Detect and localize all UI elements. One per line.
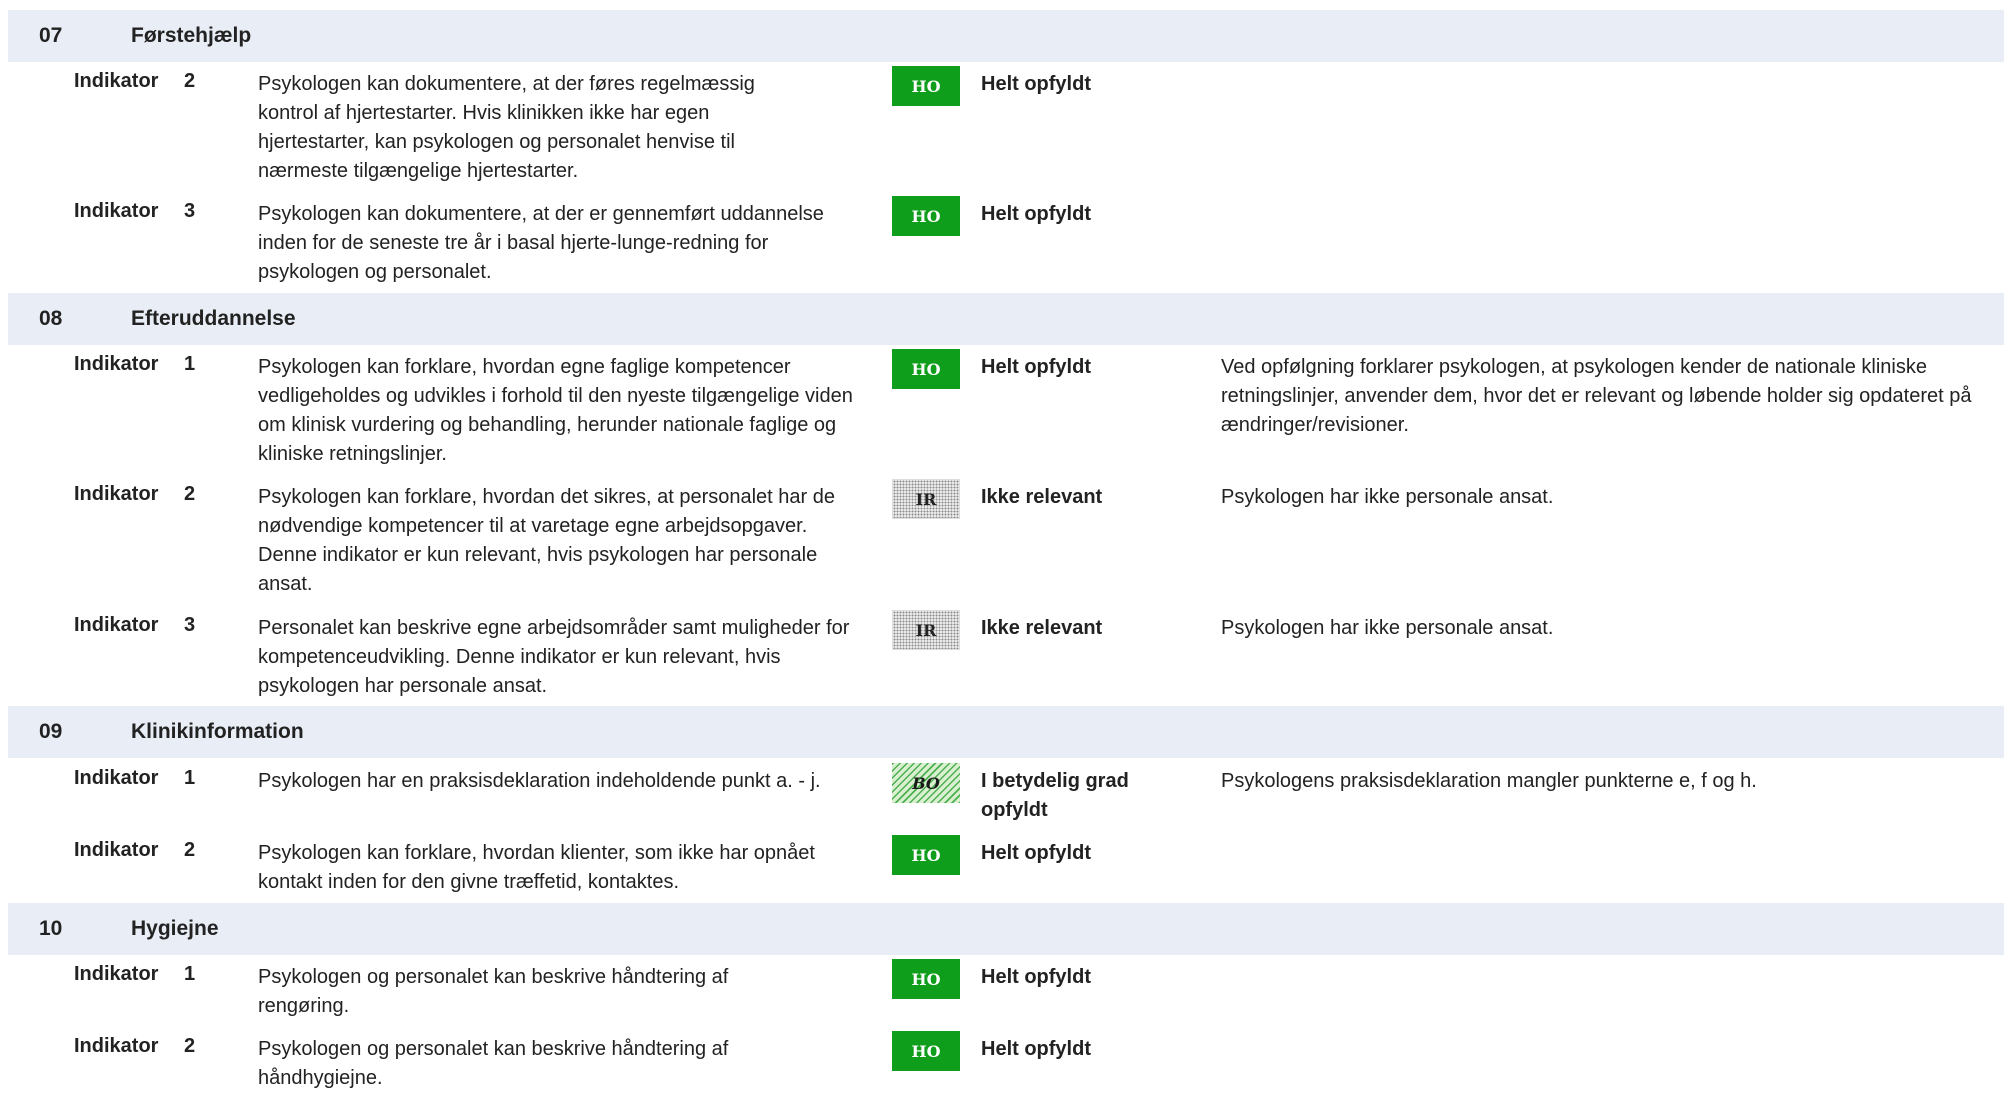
indicator-number: 2 <box>184 1035 196 1057</box>
section-number: 08 <box>39 307 63 330</box>
status-text: Helt opfyldt <box>981 73 1091 95</box>
status-badge: HO <box>892 66 960 106</box>
status-text: Ikke relevant <box>981 486 1103 508</box>
indicator-label: Indikator <box>74 200 159 222</box>
section-number: 10 <box>39 917 63 940</box>
indicator-label: Indikator <box>74 483 159 505</box>
status-badge: HO <box>892 1031 960 1071</box>
section-header: 09 Klinikinformation <box>8 706 2004 758</box>
status-text: Helt opfyldt <box>981 966 1091 988</box>
indicator-number: 1 <box>184 963 196 985</box>
indicator-number: 2 <box>184 70 196 92</box>
comment-text: Ved opfølgning forklarer psykologen, at … <box>1221 356 1972 436</box>
section-header: 08 Efteruddannelse <box>8 293 2004 345</box>
section-header: 10 Hygiejne <box>8 903 2004 955</box>
indicator-number: 1 <box>184 767 196 789</box>
section-header: 07 Førstehjælp <box>8 10 2004 62</box>
section-title: Efteruddannelse <box>131 307 296 330</box>
indicator-text: Psykologen kan dokumentere, at der er ge… <box>258 203 824 283</box>
comment-text: Psykologen har ikke personale ansat. <box>1221 486 1554 508</box>
indicator-text: Psykologen kan dokumentere, at der føres… <box>258 73 755 182</box>
status-badge: IR <box>892 479 960 519</box>
status-text: I betydelig grad opfyldt <box>981 770 1129 821</box>
status-text: Helt opfyldt <box>981 356 1091 378</box>
section-title: Klinikinformation <box>131 720 304 743</box>
indicator-number: 3 <box>184 200 196 222</box>
indicator-number: 2 <box>184 839 196 861</box>
indicator-number: 2 <box>184 483 196 505</box>
indicator-text: Psykologen og personalet kan beskrive hå… <box>258 1038 729 1089</box>
indicator-number: 3 <box>184 614 196 636</box>
comment-text: Psykologen har ikke personale ansat. <box>1221 617 1554 639</box>
status-text: Helt opfyldt <box>981 1038 1091 1060</box>
status-text: Helt opfyldt <box>981 203 1091 225</box>
section-title: Førstehjælp <box>131 24 252 47</box>
status-badge: HO <box>892 835 960 875</box>
indicator-text: Psykologen kan forklare, hvordan det sik… <box>258 486 835 595</box>
status-badge: HO <box>892 959 960 999</box>
indicator-label: Indikator <box>74 70 159 92</box>
indicator-label: Indikator <box>74 839 159 861</box>
status-badge: BO <box>892 763 960 803</box>
report: 07 Førstehjælp Indikator 2 Psykologen ka… <box>0 0 2004 1089</box>
indicator-text: Psykologen kan forklare, hvordan egne fa… <box>258 356 853 465</box>
indicator-number: 1 <box>184 353 196 375</box>
indicator-text: Personalet kan beskrive egne arbejdsområ… <box>258 617 850 697</box>
indicator-label: Indikator <box>74 1035 159 1057</box>
indicator-label: Indikator <box>74 963 159 985</box>
indicator-label: Indikator <box>74 353 159 375</box>
indicator-label: Indikator <box>74 614 159 636</box>
section-number: 07 <box>39 24 63 47</box>
indicator-text: Psykologen har en praksisdeklaration ind… <box>258 770 821 792</box>
status-badge: HO <box>892 196 960 236</box>
section-number: 09 <box>39 720 63 743</box>
comment-text: Psykologens praksisdeklaration mangler p… <box>1221 770 1757 792</box>
section-title: Hygiejne <box>131 917 219 940</box>
status-badge: IR <box>892 610 960 650</box>
status-text: Ikke relevant <box>981 617 1103 639</box>
indicator-text: Psykologen kan forklare, hvordan kliente… <box>258 842 815 893</box>
status-badge: HO <box>892 349 960 389</box>
indicator-text: Psykologen og personalet kan beskrive hå… <box>258 966 729 1017</box>
status-text: Helt opfyldt <box>981 842 1091 864</box>
indicator-label: Indikator <box>74 767 159 789</box>
